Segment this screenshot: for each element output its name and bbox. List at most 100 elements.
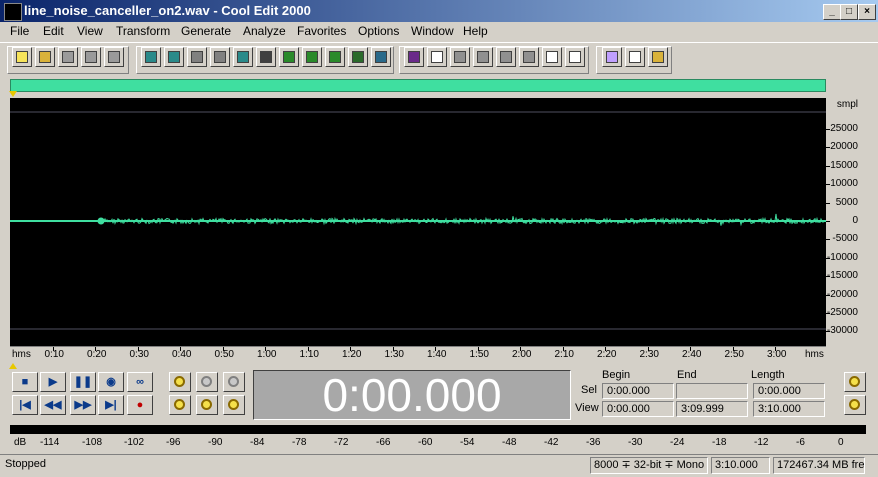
menu-window[interactable]: Window xyxy=(411,24,454,38)
amplitude-tick-label: 15000 xyxy=(830,159,858,171)
toolbar-button-15[interactable] xyxy=(348,47,368,67)
overview-start-marker[interactable] xyxy=(9,91,17,97)
toolbar-button-21[interactable] xyxy=(496,47,516,67)
menu-transform[interactable]: Transform xyxy=(116,24,170,38)
toolbar-button-5[interactable] xyxy=(104,47,124,67)
status-format: 8000 ∓ 32-bit ∓ Mono xyxy=(590,457,708,474)
begin-header: Begin xyxy=(602,369,631,381)
minimize-button[interactable]: _ xyxy=(823,4,841,20)
toolbar-button-20[interactable] xyxy=(473,47,493,67)
toolbar-button-1[interactable] xyxy=(12,47,32,67)
amplitude-tick xyxy=(826,202,830,204)
toolbar-button-19[interactable] xyxy=(450,47,470,67)
play-button[interactable]: ▶ xyxy=(40,372,66,392)
amplitude-tick xyxy=(826,331,830,333)
zoom-in-icon xyxy=(174,376,185,387)
menu-favorites[interactable]: Favorites xyxy=(297,24,346,38)
stop-button[interactable]: ■ xyxy=(12,372,38,392)
undo-icon xyxy=(145,51,157,63)
menu-view[interactable]: View xyxy=(77,24,103,38)
time-tick xyxy=(137,347,139,351)
zoom-right-edge-button[interactable] xyxy=(223,395,245,415)
vertical-zoom-out-button[interactable] xyxy=(844,372,866,392)
vzoom-in-icon xyxy=(849,399,860,410)
zoom-to-selection-button[interactable] xyxy=(169,395,191,415)
loop-button[interactable]: ∞ xyxy=(127,372,153,392)
toolbar-button-18[interactable] xyxy=(427,47,447,67)
playhead-marker[interactable] xyxy=(9,363,17,369)
amplitude-tick xyxy=(826,239,830,241)
go-to-end-button[interactable]: ▶| xyxy=(98,395,124,415)
toolbar-button-14[interactable] xyxy=(325,47,345,67)
edit-icon xyxy=(652,51,664,63)
vertical-zoom-in-button[interactable] xyxy=(844,395,866,415)
overview-bar[interactable] xyxy=(10,79,826,92)
toolbar-button-22[interactable] xyxy=(519,47,539,67)
toolbar-button-25[interactable] xyxy=(602,47,622,67)
db-tick-label: -48 xyxy=(502,437,517,448)
rewind-button[interactable]: ◀◀ xyxy=(40,395,66,415)
save-icon xyxy=(62,51,74,63)
close-button[interactable]: × xyxy=(858,4,876,20)
play-to-end-button[interactable]: ◉ xyxy=(98,372,124,392)
pause-icon: ❚❚ xyxy=(73,376,93,388)
end-header: End xyxy=(677,369,697,381)
pause-button[interactable]: ❚❚ xyxy=(70,372,96,392)
menu-options[interactable]: Options xyxy=(358,24,399,38)
amplitude-tick-label: 5000 xyxy=(835,196,858,208)
sel-end-field[interactable] xyxy=(676,383,748,399)
waveform-display[interactable] xyxy=(10,98,826,346)
zoom-out-button[interactable] xyxy=(196,372,218,392)
toolbar-button-16[interactable] xyxy=(371,47,391,67)
menu-file[interactable]: File xyxy=(10,24,29,38)
toolbar-button-27[interactable] xyxy=(648,47,668,67)
toolbar-button-23[interactable] xyxy=(542,47,562,67)
view-length-field[interactable]: 3:10.000 xyxy=(753,401,825,417)
db-tick-label: -24 xyxy=(670,437,685,448)
toolbar-button-2[interactable] xyxy=(35,47,55,67)
waveform-transient xyxy=(97,217,105,225)
sel-length-field[interactable]: 0:00.000 xyxy=(753,383,825,399)
toolbar-button-24[interactable] xyxy=(565,47,585,67)
toolbar-button-6[interactable] xyxy=(141,47,161,67)
sel-begin-field[interactable]: 0:00.000 xyxy=(602,383,674,399)
zoom-in-button[interactable] xyxy=(169,372,191,392)
toolbar-button-9[interactable] xyxy=(210,47,230,67)
toolbar-button-4[interactable] xyxy=(81,47,101,67)
toolbar-button-3[interactable] xyxy=(58,47,78,67)
amplitude-tick-label: -5000 xyxy=(832,233,858,245)
zoom-full-button[interactable] xyxy=(223,372,245,392)
view-end-field[interactable]: 3:09.999 xyxy=(676,401,748,417)
copy-to-new-icon xyxy=(214,51,226,63)
toolbar-button-10[interactable] xyxy=(233,47,253,67)
fast-forward-button[interactable]: ▶▶ xyxy=(70,395,96,415)
maximize-button[interactable]: □ xyxy=(840,4,858,20)
menu-help[interactable]: Help xyxy=(463,24,488,38)
db-tick-label: -72 xyxy=(334,437,349,448)
db-tick-label: -30 xyxy=(628,437,643,448)
save-all-icon xyxy=(85,51,97,63)
time-tick xyxy=(222,347,224,351)
menu-analyze[interactable]: Analyze xyxy=(243,24,286,38)
cd-icon xyxy=(606,51,618,63)
view-label: View xyxy=(575,402,599,414)
toolbar-button-26[interactable] xyxy=(625,47,645,67)
toolbar-button-11[interactable] xyxy=(256,47,276,67)
db-tick-label: -60 xyxy=(418,437,433,448)
view-begin-field[interactable]: 0:00.000 xyxy=(602,401,674,417)
app-icon[interactable] xyxy=(4,3,22,21)
toolbar-button-17[interactable] xyxy=(404,47,424,67)
time-tick-label: 0:20 xyxy=(87,349,107,360)
zoom-left-edge-button[interactable] xyxy=(196,395,218,415)
menu-generate[interactable]: Generate xyxy=(181,24,231,38)
toolbar-button-7[interactable] xyxy=(164,47,184,67)
go-to-start-button[interactable]: |◀ xyxy=(12,395,38,415)
toolbar-button-13[interactable] xyxy=(302,47,322,67)
db-tick-label: -96 xyxy=(166,437,181,448)
time-ruler[interactable]: hms hms 0:10 0:20 0:30 0:40 0:50 1:00 1:10 1:20… xyxy=(10,346,826,363)
toolbar-button-8[interactable] xyxy=(187,47,207,67)
record-button[interactable]: ● xyxy=(127,395,153,415)
menu-edit[interactable]: Edit xyxy=(43,24,64,38)
toolbar-button-12[interactable] xyxy=(279,47,299,67)
amplitude-tick xyxy=(826,147,830,149)
